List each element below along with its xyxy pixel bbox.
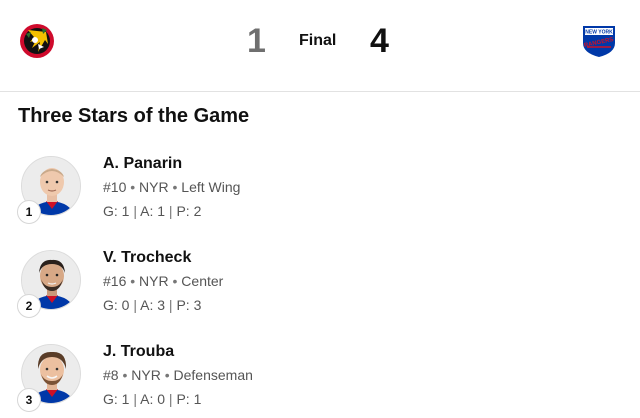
rank-badge: 1: [17, 200, 41, 224]
bar-separator: |: [133, 391, 137, 407]
stat-assists: A: 1: [140, 203, 166, 219]
player-meta: #10 • NYR • Left Wing: [103, 178, 240, 196]
logo-text-new-york: NEW YORK: [585, 30, 613, 36]
player-name[interactable]: A. Panarin: [103, 154, 182, 174]
player-stats: G: 1 | A: 1 | P: 2: [103, 202, 201, 220]
dot-separator: •: [172, 179, 178, 195]
player-team: NYR: [139, 179, 169, 195]
bar-separator: |: [168, 297, 173, 313]
player-team: NYR: [139, 273, 169, 289]
home-score: 1: [247, 22, 266, 60]
dot-separator: •: [164, 367, 170, 383]
bar-separator: |: [133, 203, 137, 219]
chicago-blackhawks-logo-icon[interactable]: [18, 22, 56, 60]
stat-goals: G: 1: [103, 203, 130, 219]
player-team: NYR: [131, 367, 161, 383]
stat-points: P: 1: [176, 391, 202, 407]
player-number: #10: [103, 179, 127, 195]
stat-goals: G: 1: [103, 391, 130, 407]
dot-separator: •: [122, 367, 128, 383]
stat-goals: G: 0: [103, 297, 130, 313]
stat-points: P: 3: [176, 297, 202, 313]
bar-separator: |: [133, 297, 137, 313]
player-number: #8: [103, 367, 119, 383]
player-position: Defenseman: [173, 367, 253, 383]
star-row[interactable]: 2 V. Trocheck #16 • NYR • Center G: 0 | …: [0, 244, 640, 334]
player-name[interactable]: V. Trocheck: [103, 248, 191, 268]
star-row[interactable]: 1 A. Panarin #10 • NYR • Left Wing G: 1 …: [0, 150, 640, 240]
new-york-rangers-logo-icon[interactable]: NEW YORK RANGERS: [581, 23, 617, 58]
rank-badge: 2: [17, 294, 41, 318]
dot-separator: •: [130, 179, 136, 195]
scoreboard: 1 Final 4 NEW YORK RANGERS: [0, 0, 640, 92]
section-title: Three Stars of the Game: [18, 105, 250, 127]
away-score: 4: [370, 22, 389, 60]
stat-assists: A: 3: [140, 297, 166, 313]
player-position: Left Wing: [181, 179, 241, 195]
player-name[interactable]: J. Trouba: [103, 342, 174, 362]
player-position: Center: [181, 273, 224, 289]
stat-assists: A: 0: [140, 391, 166, 407]
bar-separator: |: [168, 203, 173, 219]
dot-separator: •: [130, 273, 136, 289]
star-row[interactable]: 3 J. Trouba #8 • NYR • Defenseman G: 1 |…: [0, 338, 640, 418]
player-number: #16: [103, 273, 127, 289]
player-stats: G: 0 | A: 3 | P: 3: [103, 296, 201, 314]
rank-badge: 3: [17, 388, 41, 412]
player-stats: G: 1 | A: 0 | P: 1: [103, 390, 201, 408]
stat-points: P: 2: [176, 203, 202, 219]
dot-separator: •: [172, 273, 178, 289]
player-meta: #16 • NYR • Center: [103, 272, 223, 290]
player-meta: #8 • NYR • Defenseman: [103, 366, 253, 384]
game-status: Final: [299, 32, 337, 49]
bar-separator: |: [168, 391, 173, 407]
